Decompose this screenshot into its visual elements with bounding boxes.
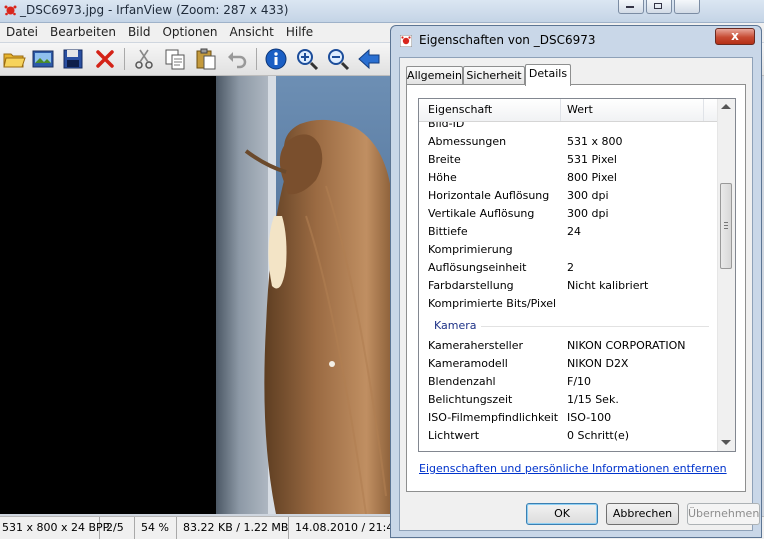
status-dimensions: 531 x 800 x 24 BPP [0, 517, 109, 539]
scroll-thumb[interactable] [720, 183, 732, 269]
list-header: Eigenschaft Wert [419, 99, 719, 122]
dialog-title: Eigenschaften von _DSC6973 [419, 33, 596, 47]
tab-details[interactable]: Details [525, 64, 571, 86]
close-main-button[interactable] [674, 0, 700, 14]
file-icon [400, 35, 412, 47]
dialog-client-area: Allgemein Sicherheit Details Eigenschaft… [399, 57, 760, 531]
save-icon[interactable] [61, 47, 85, 71]
column-header-property[interactable]: Eigenschaft [428, 103, 492, 116]
table-row[interactable]: Blendenzahl F/10 [419, 373, 719, 391]
table-row[interactable]: Kameramodell NIKON D2X [419, 355, 719, 373]
menu-bild[interactable]: Bild [122, 23, 157, 42]
menu-hilfe[interactable]: Hilfe [280, 23, 319, 42]
info-icon[interactable] [264, 47, 288, 71]
property-rows: Bild-ID Abmessungen 531 x 800 Breite 531 P… [419, 122, 719, 451]
table-row[interactable]: Bild-ID [419, 122, 719, 133]
minimize-button[interactable] [618, 0, 644, 14]
tab-sicherheit[interactable]: Sicherheit [463, 66, 525, 84]
property-list-scrollbar[interactable] [717, 99, 735, 451]
main-window-title: _DSC6973.jpg - IrfanView (Zoom: 287 x 43… [20, 3, 289, 17]
column-header-value[interactable]: Wert [567, 103, 593, 116]
menu-datei[interactable]: Datei [0, 23, 44, 42]
ok-button[interactable]: OK [526, 503, 598, 525]
table-row[interactable]: ISO-Filmempfindlichkeit ISO-100 [419, 409, 719, 427]
group-header-camera: Kamera [419, 317, 719, 335]
main-title-bar[interactable]: _DSC6973.jpg - IrfanView (Zoom: 287 x 43… [0, 0, 764, 23]
open-folder-icon[interactable] [2, 47, 26, 71]
copy-icon[interactable] [163, 47, 187, 71]
table-row[interactable]: Abmessungen 531 x 800 [419, 133, 719, 151]
dialog-title-bar[interactable]: Eigenschaften von _DSC6973 x [391, 26, 761, 52]
table-row[interactable]: Auflösungseinheit 2 [419, 259, 719, 277]
menu-optionen[interactable]: Optionen [156, 23, 223, 42]
details-panel: Eigenschaft Wert Bild-ID Abmessungen 531 … [406, 84, 746, 492]
tab-allgemein[interactable]: Allgemein [406, 66, 463, 84]
table-row[interactable]: Komprimierung [419, 241, 719, 259]
table-row[interactable]: Höhe 800 Pixel [419, 169, 719, 187]
menu-bearbeiten[interactable]: Bearbeiten [44, 23, 122, 42]
table-row[interactable]: Bittiefe 24 [419, 223, 719, 241]
status-index: 2/5 [100, 517, 135, 539]
apply-button[interactable]: Übernehmen [687, 503, 760, 525]
table-row[interactable]: Farbdarstellung Nicht kalibriert [419, 277, 719, 295]
delete-icon[interactable] [93, 47, 117, 71]
property-list[interactable]: Eigenschaft Wert Bild-ID Abmessungen 531 … [418, 98, 736, 452]
status-filesize: 83.22 KB / 1.22 MB [177, 517, 289, 539]
dialog-close-button[interactable]: x [715, 28, 755, 45]
scroll-up-arrow-icon[interactable] [721, 104, 731, 109]
status-zoom: 54 % [135, 517, 177, 539]
table-row[interactable]: Belichtungszeit 1/15 Sek. [419, 391, 719, 409]
remove-properties-link[interactable]: Eigenschaften und persönliche Informatio… [419, 462, 727, 475]
undo-icon[interactable] [225, 47, 249, 71]
cut-icon[interactable] [132, 47, 156, 71]
paste-icon[interactable] [194, 47, 218, 71]
moth-photo [216, 76, 392, 514]
table-row[interactable]: Breite 531 Pixel [419, 151, 719, 169]
table-row[interactable]: Kamerahersteller NIKON CORPORATION [419, 337, 719, 355]
scroll-down-arrow-icon[interactable] [721, 440, 731, 445]
menu-ansicht[interactable]: Ansicht [224, 23, 280, 42]
zoom-in-icon[interactable] [295, 47, 319, 71]
table-row[interactable]: Lichtwert 0 Schritt(e) [419, 427, 719, 445]
irfanview-logo-icon [4, 5, 17, 16]
table-row[interactable]: Vertikale Auflösung 300 dpi [419, 205, 719, 223]
table-row[interactable]: Komprimierte Bits/Pixel [419, 295, 719, 313]
image-viewport[interactable] [0, 76, 392, 514]
properties-dialog: Eigenschaften von _DSC6973 x Allgemein S… [390, 25, 762, 538]
zoom-out-icon[interactable] [326, 47, 350, 71]
table-row[interactable]: Horizontale Auflösung 300 dpi [419, 187, 719, 205]
previous-arrow-icon[interactable] [357, 47, 381, 71]
cancel-button[interactable]: Abbrechen [606, 503, 679, 525]
slideshow-icon[interactable] [31, 47, 55, 71]
maximize-button[interactable] [646, 0, 672, 14]
